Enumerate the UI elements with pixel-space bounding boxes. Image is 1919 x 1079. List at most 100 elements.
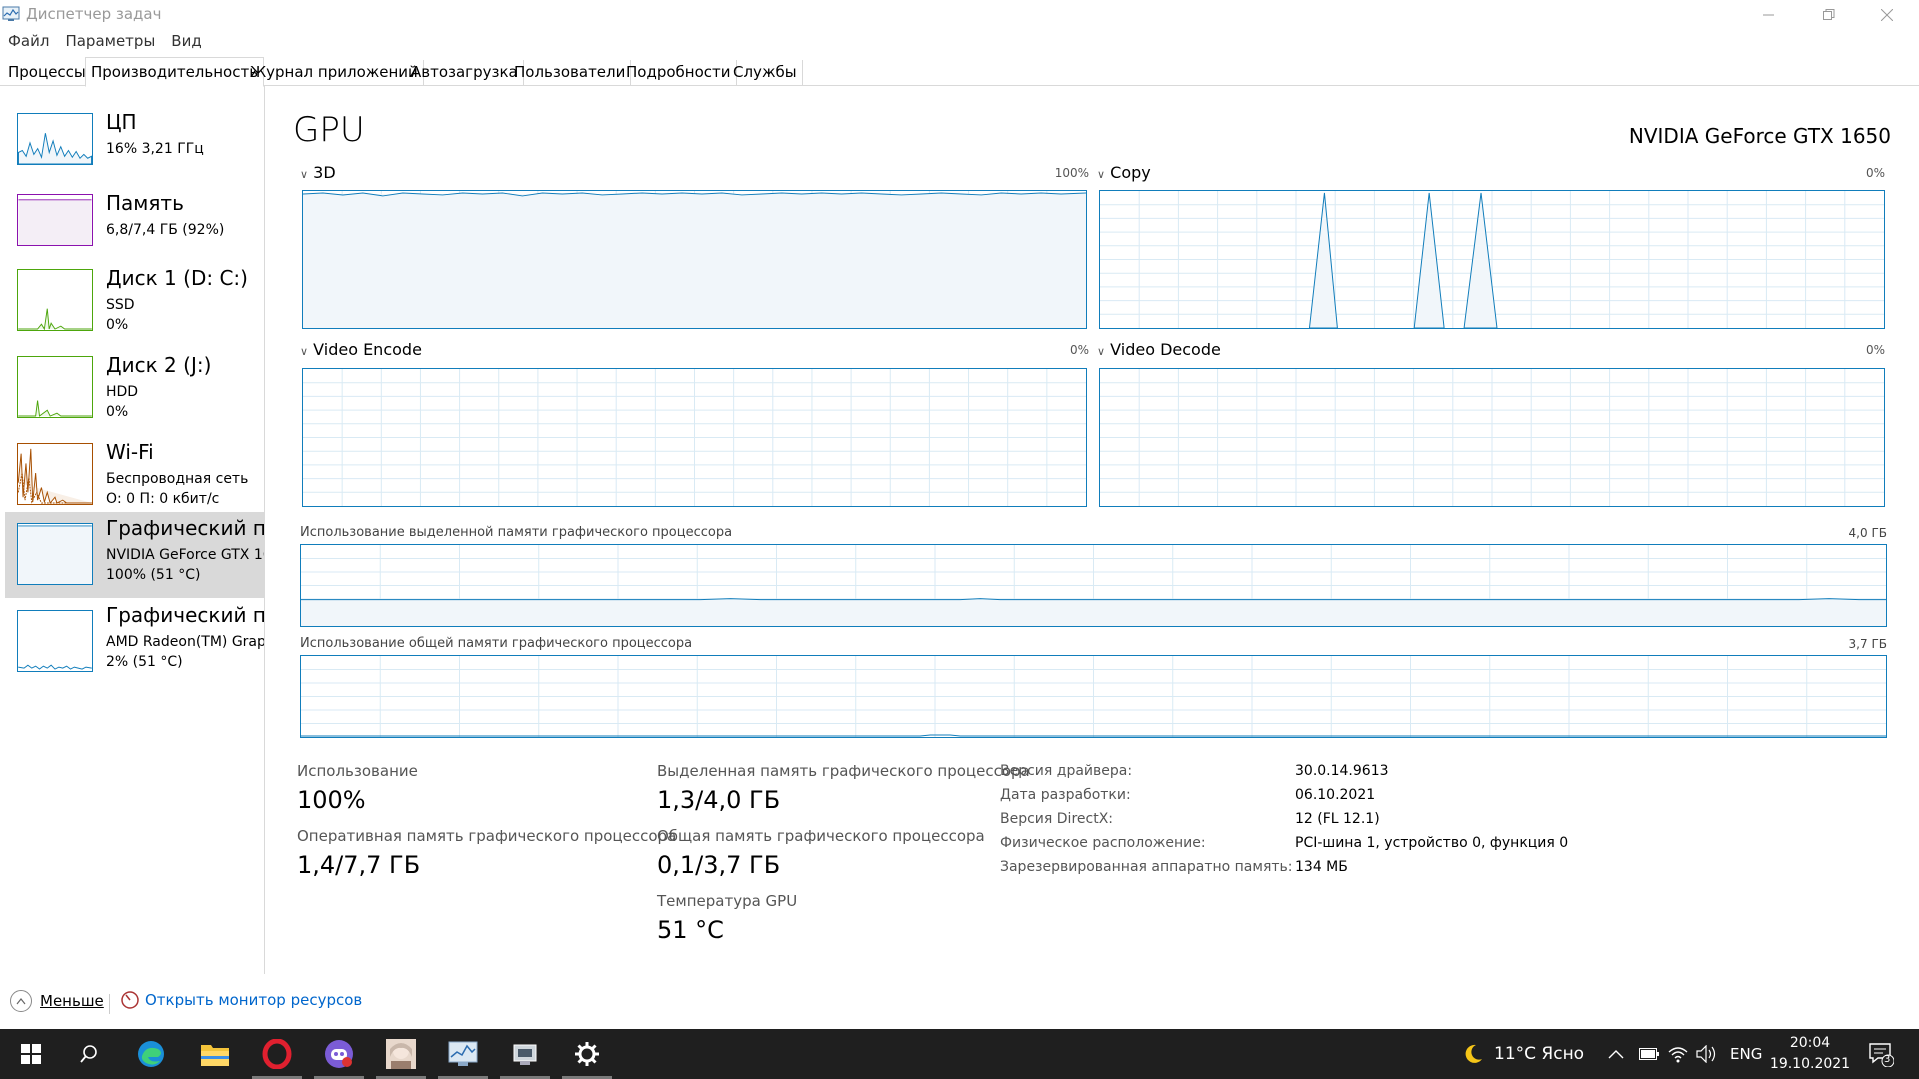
taskbar-opera[interactable] [246,1029,308,1079]
engine-percent: 100% [1054,166,1089,180]
search-button[interactable] [58,1029,120,1079]
battery-button[interactable] [1639,1029,1659,1079]
sidebar-item-detail: 16% 3,21 ГГц [106,141,204,157]
task-manager-icon [448,1041,478,1066]
sidebar-item-disk-1[interactable]: Диск 1 (D: C:) SSD 0% [5,262,264,348]
taskbar: 11°C Ясно ENG 20:04 19.10.2021 3 [0,1029,1919,1079]
tab-app-history[interactable]: Журнал приложений [245,60,424,86]
sidebar-item-title: Память [106,191,184,215]
sidebar-item-gpu-1[interactable]: Графический процессор 1 AMD Radeon(TM) G… [5,599,265,685]
tab-performance[interactable]: Производительность [85,57,265,87]
taskbar-device-app[interactable] [494,1029,556,1079]
page-title: GPU [293,110,365,150]
engine-percent: 0% [1069,343,1089,357]
close-button[interactable] [1858,0,1916,30]
tab-services[interactable]: Службы [728,60,803,86]
sidebar-item-gpu-0[interactable]: Графический процессор 0 NVIDIA GeForce G… [5,512,264,598]
dedicated-memory-label: Выделенная память графического процессор… [657,762,1030,780]
resource-monitor-label: Открыть монитор ресурсов [145,991,363,1009]
sidebar-item-detail: AMD Radeon(TM) Graphics [106,634,265,650]
reserved-memory-value: 134 МБ [1295,859,1348,875]
gpu1-thumbnail-graph [17,610,93,672]
fewer-details-button[interactable]: Меньше [10,990,104,1012]
graph-video-encode [302,368,1087,507]
task-manager-window: Диспетчер задач Файл Параметры Вид Проце… [0,0,1919,1029]
speaker-icon [1696,1045,1716,1063]
title-bar: Диспетчер задач [0,0,1919,30]
directx-version-value: 12 (FL 12.1) [1295,811,1380,827]
tab-bar: Процессы Производительность Журнал прило… [0,57,1919,87]
graph-gridlines [301,656,1886,737]
sidebar-item-title: Диск 2 (J:) [106,353,212,377]
sidebar-item-detail-2: 2% (51 °C) [106,654,183,670]
notification-center-button[interactable]: 3 [1868,1029,1894,1079]
menu-options[interactable]: Параметры [57,30,163,52]
sidebar-item-title: ЦП [106,110,137,134]
sidebar-item-cpu[interactable]: ЦП 16% 3,21 ГГц [5,106,264,192]
taskbar-task-manager[interactable] [432,1029,494,1079]
divider [109,994,110,1014]
engine-selector-3d[interactable]: ∨ 3D [300,163,336,182]
sidebar-item-detail-2: 0% [106,404,129,420]
moon-icon [1465,1044,1482,1063]
edge-browser-icon [138,1041,164,1067]
physical-location-value: PCI-шина 1, устройство 0, функция 0 [1295,835,1569,851]
notification-count: 3 [1884,1054,1891,1065]
engine-selector-copy[interactable]: ∨ Copy [1097,163,1151,182]
sidebar-item-detail-2: 100% (51 °C) [106,567,201,583]
gpu-model-name: NVIDIA GeForce GTX 1650 [1628,124,1891,148]
menu-file[interactable]: Файл [0,30,57,52]
tab-startup[interactable]: Автозагрузка [406,60,524,86]
gpu-temperature-label: Температура GPU [657,892,798,910]
clock[interactable]: 20:04 19.10.2021 [1770,1029,1850,1079]
chevron-up-icon [10,990,32,1012]
restore-button[interactable] [1800,0,1858,30]
restore-icon [1823,9,1835,20]
sidebar-item-detail-2: 0% [106,317,129,333]
sidebar-item-title: Диск 1 (D: C:) [106,266,248,290]
gear-icon [575,1042,599,1066]
network-button[interactable] [1668,1029,1688,1079]
sidebar-item-detail-2: О: 0 П: 0 кбит/с [106,491,220,507]
taskbar-app-anime[interactable] [370,1029,432,1079]
taskbar-edge[interactable] [120,1029,182,1079]
sidebar-item-wifi[interactable]: Wi-Fi Беспроводная сеть О: 0 П: 0 кбит/с [5,436,264,522]
taskbar-discord[interactable] [308,1029,370,1079]
fewer-details-label: Меньше [40,992,104,1010]
weather-widget[interactable]: 11°C Ясно [1462,1029,1584,1079]
input-language-button[interactable]: ENG [1730,1029,1762,1079]
menu-view[interactable]: Вид [163,30,209,52]
engine-selector-video-encode[interactable]: ∨ Video Encode [300,340,422,359]
tab-details[interactable]: Подробности [621,60,737,86]
usage-value: 100% [297,786,366,814]
opera-browser-icon [262,1039,292,1069]
engine-selector-video-decode[interactable]: ∨ Video Decode [1097,340,1221,359]
graph-shared-memory [300,655,1887,738]
sidebar-item-memory[interactable]: Память 6,8/7,4 ГБ (92%) [5,187,264,273]
driver-version-value: 30.0.14.9613 [1295,763,1389,779]
engine-name: Copy [1110,163,1151,182]
wifi-icon [1668,1047,1688,1063]
start-button[interactable] [0,1029,62,1079]
cpu-thumbnail-graph [17,113,93,165]
minimize-icon [1763,14,1774,16]
dedicated-memory-max: 4,0 ГБ [1848,526,1887,540]
sidebar-item-disk-2[interactable]: Диск 2 (J:) HDD 0% [5,349,264,435]
taskbar-settings[interactable] [556,1029,618,1079]
volume-button[interactable] [1696,1029,1718,1079]
sidebar-item-detail: 6,8/7,4 ГБ (92%) [106,222,225,238]
taskbar-file-explorer[interactable] [184,1029,246,1079]
tab-users[interactable]: Пользователи [509,60,632,86]
graph-gridlines [303,369,1086,506]
show-hidden-icons-button[interactable] [1608,1029,1624,1079]
sidebar-item-detail: SSD [106,297,135,313]
open-resource-monitor-link[interactable]: Открыть монитор ресурсов [120,990,362,1010]
tab-processes[interactable]: Процессы [3,60,92,86]
graph-dedicated-memory [300,544,1887,627]
minimize-button[interactable] [1740,0,1798,30]
engine-name: 3D [313,163,336,182]
driver-date-value: 06.10.2021 [1295,787,1376,803]
wifi-thumbnail-graph [17,443,93,505]
battery-icon [1639,1048,1659,1060]
resource-monitor-icon [121,991,139,1009]
